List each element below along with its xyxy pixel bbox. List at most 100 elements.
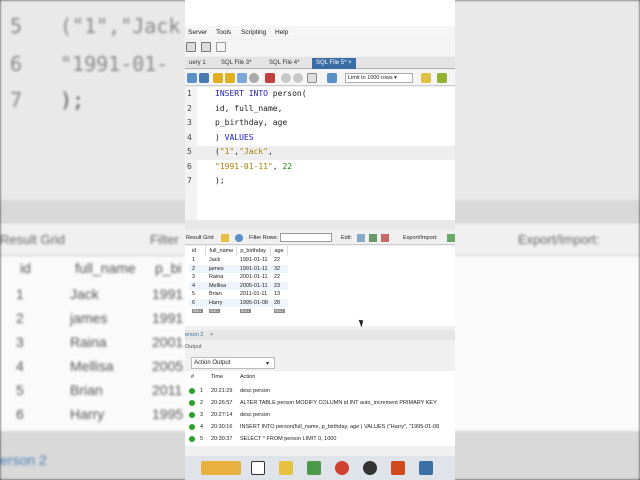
chrome-icon[interactable] xyxy=(335,461,349,475)
bg-code-line: 7); xyxy=(10,88,85,112)
code-line: 2 id, full_name, xyxy=(185,103,455,117)
table-row[interactable]: 3 Raina 2001-01-11 22 xyxy=(189,273,288,282)
table-row[interactable]: 1 Jack 1991-01-11 22 xyxy=(189,256,288,265)
mysql-workbench-icon[interactable] xyxy=(419,461,433,475)
task-view-icon[interactable] xyxy=(251,461,265,475)
table-cell[interactable]: 23 xyxy=(270,281,288,290)
table-cell[interactable]: Jack xyxy=(206,256,237,265)
app-icon[interactable] xyxy=(363,461,377,475)
output-row[interactable]: 5 20:30:37 SELECT * FROM person LIMIT 0, 1… xyxy=(185,433,455,445)
code-token: "1991-01-11" xyxy=(215,161,273,171)
col-header-full-name[interactable]: full_name xyxy=(205,246,238,256)
table-cell[interactable]: 32 xyxy=(270,264,288,273)
table-cell[interactable]: 2011-01-11 xyxy=(237,290,271,299)
table-cell[interactable]: 1991-01-11 xyxy=(237,256,271,265)
find-icon[interactable] xyxy=(437,73,447,83)
commit-icon[interactable] xyxy=(281,73,291,83)
toggle-error-icon[interactable] xyxy=(265,73,275,83)
open-file-icon[interactable] xyxy=(187,73,197,83)
table-cell[interactable]: NULL xyxy=(189,307,206,316)
null-row[interactable]: NULL NULL NULL NULL xyxy=(189,307,288,316)
table-cell[interactable]: 6 xyxy=(189,298,206,307)
panel-separator[interactable] xyxy=(185,220,455,230)
table-cell[interactable]: 1 xyxy=(189,256,206,265)
table-row[interactable]: 2 james 1991-01-11 32 xyxy=(189,264,288,273)
table-cell[interactable]: 3 xyxy=(189,273,206,282)
grid-icon[interactable] xyxy=(221,234,229,242)
table-cell[interactable]: 28 xyxy=(270,298,288,307)
file-explorer-icon[interactable] xyxy=(279,461,293,475)
result-tabs: erson 2 × xyxy=(185,330,455,340)
filter-rows-label: Filter Rows: xyxy=(249,235,279,241)
filter-rows-input[interactable] xyxy=(280,233,332,242)
table-cell[interactable]: Raina xyxy=(206,273,237,282)
col-header-p-birthday[interactable]: p_birthday xyxy=(236,246,272,256)
powerpoint-icon[interactable] xyxy=(391,461,405,475)
export-icon[interactable] xyxy=(447,234,455,242)
table-cell[interactable]: Harry xyxy=(205,298,237,307)
stop-icon[interactable] xyxy=(249,73,259,83)
menu-help[interactable]: Help xyxy=(275,29,288,36)
table-cell[interactable]: Mellisa xyxy=(205,281,237,290)
output-time: 20:26:57 xyxy=(211,400,233,406)
table-cell[interactable]: 13 xyxy=(271,290,288,299)
table-cell[interactable]: 2 xyxy=(189,264,206,273)
table-row[interactable]: 5 Brian 2011-01-11 13 xyxy=(189,290,288,299)
execute-icon[interactable] xyxy=(213,73,223,83)
edit-row-icon[interactable] xyxy=(357,234,365,242)
close-icon[interactable]: × xyxy=(210,332,213,338)
rollback-icon[interactable] xyxy=(293,73,303,83)
menu-server[interactable]: Server xyxy=(188,29,207,36)
beautify-icon[interactable] xyxy=(327,73,337,83)
tab-query-1[interactable]: uery 1 xyxy=(185,58,210,69)
reconnect-icon[interactable] xyxy=(216,42,226,52)
table-cell[interactable]: 2005-01-11 xyxy=(236,281,271,290)
output-row[interactable]: 2 20:26:57 ALTER TABLE person MODIFY COLUM… xyxy=(185,397,455,409)
table-cell[interactable]: 2001-01-11 xyxy=(237,273,271,282)
output-row[interactable]: 4 20:30:16 INSERT INTO person(full_name, p… xyxy=(185,421,455,433)
bg-result-grid-label: Result Grid xyxy=(0,232,66,247)
table-cell[interactable]: 22 xyxy=(271,273,288,282)
result-table: id full_name p_birthday age 1 Jack 1991-01… xyxy=(189,246,289,316)
table-cell[interactable]: james xyxy=(205,264,237,273)
table-cell[interactable]: 5 xyxy=(189,290,206,299)
schema-icon[interactable] xyxy=(186,42,196,52)
refresh-icon[interactable] xyxy=(235,234,243,242)
table-cell[interactable]: 22 xyxy=(271,256,288,265)
store-icon[interactable] xyxy=(307,461,321,475)
table-row[interactable]: 4 Mellisa 2005-01-11 23 xyxy=(189,281,288,290)
favorite-icon[interactable] xyxy=(421,73,431,83)
table-row[interactable]: 6 Harry 1995-01-08 28 xyxy=(189,298,288,307)
add-row-icon[interactable] xyxy=(369,234,377,242)
explain-icon[interactable] xyxy=(237,73,247,83)
tab-sql-file-5[interactable]: SQL File 5* × xyxy=(312,58,356,69)
menu-tools[interactable]: Tools xyxy=(216,29,231,36)
col-header-id[interactable]: id xyxy=(189,246,207,256)
table-cell[interactable]: 4 xyxy=(189,281,206,290)
sql-editor[interactable]: 1 INSERT INTO person(2 id, full_name, 3 p_bi… xyxy=(185,87,455,220)
close-icon[interactable]: × xyxy=(348,60,352,66)
save-icon[interactable] xyxy=(199,73,209,83)
screen: 5 ("1","Jack 6 "1991-01- 7); Result Grid F… xyxy=(0,0,640,480)
execute-current-icon[interactable] xyxy=(225,73,235,83)
tab-sql-file-3[interactable]: SQL File 3* xyxy=(217,58,255,69)
col-header-age[interactable]: age xyxy=(270,246,289,256)
result-grid-label[interactable]: Result Grid xyxy=(186,235,214,241)
table-cell[interactable]: NULL xyxy=(237,307,271,316)
output-row[interactable]: 3 20:27:14 desc person xyxy=(185,409,455,421)
inspector-icon[interactable] xyxy=(201,42,211,52)
table-cell[interactable]: NULL xyxy=(271,307,288,316)
table-cell[interactable]: 1991-01-11 xyxy=(236,264,271,273)
table-cell[interactable]: NULL xyxy=(206,307,237,316)
output-row[interactable]: 1 20:21:29 desc person xyxy=(185,385,455,397)
table-cell[interactable]: Brian xyxy=(206,290,237,299)
menu-scripting[interactable]: Scripting xyxy=(241,29,266,36)
table-cell[interactable]: 1995-01-08 xyxy=(236,298,271,307)
tab-sql-file-4[interactable]: SQL File 4* xyxy=(265,58,303,69)
autocommit-icon[interactable] xyxy=(307,73,317,83)
limit-rows-select[interactable]: Limit to 1000 rows ▾ xyxy=(345,73,413,83)
output-type-select[interactable]: Action Output ▾ xyxy=(191,357,275,369)
delete-row-icon[interactable] xyxy=(381,234,389,242)
line-number: 1 xyxy=(187,89,192,98)
result-tab[interactable]: erson 2 xyxy=(185,332,203,338)
